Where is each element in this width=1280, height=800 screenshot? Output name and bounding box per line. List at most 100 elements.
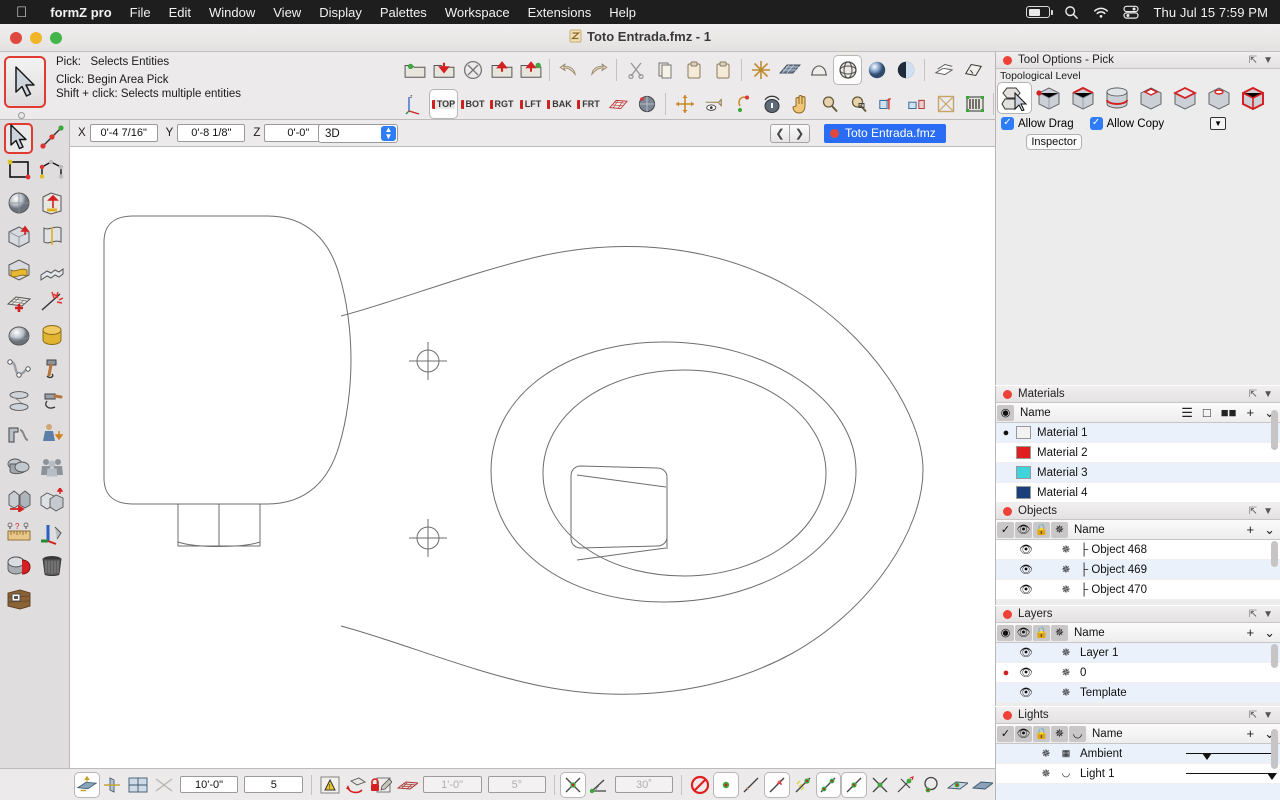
table-row[interactable]: Material 3: [996, 463, 1280, 483]
menu-item-palettes[interactable]: Palettes: [371, 5, 436, 20]
menu-item-window[interactable]: Window: [200, 5, 264, 20]
snap-icon[interactable]: ✵: [1056, 543, 1076, 556]
wifi-icon[interactable]: [1093, 6, 1109, 19]
segment-level[interactable]: [1066, 83, 1099, 113]
layer-active-dot[interactable]: ●: [996, 667, 1016, 679]
hidden-line-display-icon[interactable]: [834, 56, 861, 84]
apple-logo-icon[interactable]: : [0, 5, 41, 20]
chevron-down-icon[interactable]: ▼: [1260, 55, 1276, 66]
eye-icon[interactable]: 👁: [1016, 686, 1036, 699]
light1-level-slider[interactable]: [1186, 773, 1277, 780]
shade-icon[interactable]: ◡: [1069, 725, 1086, 742]
chevron-down-icon[interactable]: ▼: [1260, 710, 1276, 721]
snap-module-input[interactable]: 1'-0": [422, 776, 482, 793]
nurbs-curve-tool[interactable]: [2, 353, 35, 386]
revolve-tool[interactable]: [2, 320, 35, 353]
menu-item-file[interactable]: File: [121, 5, 160, 20]
snap-icon[interactable]: ✵: [1051, 521, 1068, 538]
popup-menu-icon[interactable]: ▼: [1210, 117, 1227, 130]
menu-item-workspace[interactable]: Workspace: [436, 5, 519, 20]
grid-subdivision-input[interactable]: 5: [244, 776, 304, 793]
eye-icon[interactable]: 👁: [1015, 725, 1032, 742]
view-bottom-button[interactable]: BOT: [459, 90, 486, 118]
snap-to-midpoint-icon[interactable]: [842, 772, 866, 797]
ghosted-display-icon[interactable]: [747, 56, 774, 84]
snap-intersection-icon[interactable]: [868, 773, 892, 797]
menu-item-view[interactable]: View: [264, 5, 310, 20]
save-project-icon[interactable]: [488, 56, 515, 84]
coord-x-input[interactable]: 0'-4 7/16": [89, 124, 158, 142]
shade-icon[interactable]: ◡: [1056, 768, 1076, 779]
table-row[interactable]: 👁 ✵ Template: [996, 683, 1280, 703]
lock-icon[interactable]: 🔒: [1033, 521, 1050, 538]
snap-icon[interactable]: ✵: [1051, 725, 1068, 742]
radio-icon[interactable]: ◉: [997, 624, 1014, 641]
resize-panel-icon[interactable]: ⇱: [1246, 389, 1260, 400]
grid-module-input[interactable]: 10'-0": [179, 776, 239, 793]
view-right-button[interactable]: RGT: [488, 90, 515, 118]
surface-render-icon[interactable]: [863, 56, 890, 84]
resize-panel-icon[interactable]: ⇱: [1246, 55, 1260, 66]
texture-map-tool[interactable]: [2, 584, 35, 617]
eye-icon[interactable]: 👁: [1016, 583, 1036, 596]
zoom-extents-icon[interactable]: [874, 90, 901, 118]
eye-icon[interactable]: 👁: [1016, 646, 1036, 659]
snap-face-icon[interactable]: [970, 773, 994, 797]
check-icon[interactable]: ✓: [997, 521, 1014, 538]
view-front-button[interactable]: FRT: [575, 90, 602, 118]
search-icon[interactable]: [1064, 5, 1079, 20]
topological-auto-level[interactable]: [998, 83, 1031, 113]
chevron-down-icon[interactable]: ▼: [1260, 609, 1276, 620]
zoom-in-icon[interactable]: [816, 90, 843, 118]
group-tool[interactable]: [35, 452, 68, 485]
snap-center-icon[interactable]: [919, 773, 943, 797]
paint-tool[interactable]: [2, 551, 35, 584]
undo-icon[interactable]: [555, 56, 582, 84]
face-level[interactable]: [1134, 83, 1167, 113]
reference-plane-icon[interactable]: [75, 772, 99, 797]
cube-tool[interactable]: [2, 221, 35, 254]
zoom-window-icon[interactable]: [845, 90, 872, 118]
eye-icon[interactable]: 👁: [1016, 563, 1036, 576]
snap-angle-input[interactable]: 5°: [487, 776, 547, 793]
grid-view-icon[interactable]: ■■: [1216, 405, 1242, 420]
coordinate-mode-select[interactable]: 3D ▲ ▼: [318, 123, 398, 143]
table-row[interactable]: Material 4: [996, 483, 1280, 503]
walk-through-icon[interactable]: [700, 90, 727, 118]
snap-icon[interactable]: ✵: [1056, 646, 1076, 659]
eye-icon[interactable]: 👁: [1016, 543, 1036, 556]
perspective-icon[interactable]: !: [318, 773, 342, 797]
orbit-icon[interactable]: [671, 90, 698, 118]
eye-icon[interactable]: 👁: [1015, 624, 1032, 641]
new-project-icon[interactable]: [401, 56, 428, 84]
plus-icon[interactable]: +: [1242, 405, 1260, 420]
shaded-display-icon[interactable]: [805, 56, 832, 84]
material-active-dot[interactable]: ●: [996, 427, 1016, 439]
menu-item-edit[interactable]: Edit: [160, 5, 200, 20]
table-row[interactable]: 👁 ✵ Layer 1: [996, 643, 1280, 663]
current-tool-indicator[interactable]: [4, 56, 46, 108]
break-tool[interactable]: [35, 287, 68, 320]
table-row[interactable]: ● Material 1: [996, 423, 1280, 443]
lights-scrollbar[interactable]: [1270, 727, 1279, 780]
sphere-view-icon[interactable]: [633, 90, 660, 118]
reference-plane-icon[interactable]: [961, 90, 988, 118]
outline-level[interactable]: [1100, 83, 1133, 113]
shaded-render-icon[interactable]: [892, 56, 919, 84]
resize-panel-icon[interactable]: ⇱: [1246, 506, 1260, 517]
snap-to-grid-icon[interactable]: [791, 773, 815, 797]
deform-tool[interactable]: [35, 386, 68, 419]
snap-icon[interactable]: ✵: [1036, 767, 1056, 780]
plus-icon[interactable]: +: [1242, 625, 1260, 640]
copy-icon[interactable]: [651, 56, 678, 84]
snap-icon[interactable]: ✵: [1051, 624, 1068, 641]
grid-snap-icon[interactable]: [126, 773, 150, 797]
fit-all-icon[interactable]: [932, 90, 959, 118]
hammer-tool[interactable]: [35, 353, 68, 386]
axes-icon[interactable]: z: [401, 90, 428, 118]
snap-none-icon[interactable]: [561, 772, 585, 797]
rectangle-tool[interactable]: [2, 155, 35, 188]
redo-icon[interactable]: [584, 56, 611, 84]
pan-hand-icon[interactable]: [787, 90, 814, 118]
table-row[interactable]: Material 2: [996, 443, 1280, 463]
